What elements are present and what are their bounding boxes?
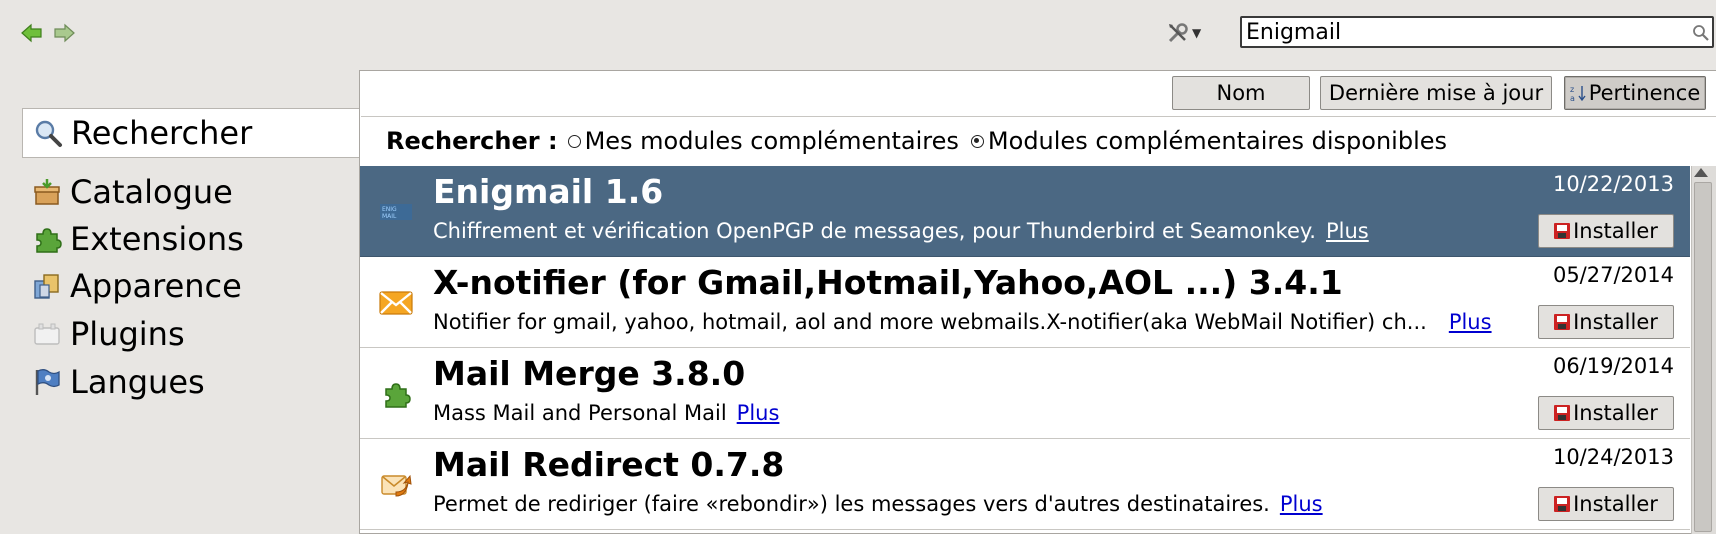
forward-arrow-icon — [54, 23, 75, 43]
scope-available-addons-radio[interactable]: Modules complémentaires disponibles — [970, 127, 1448, 155]
svg-text:ENIG: ENIG — [382, 206, 397, 213]
install-button[interactable]: Installer — [1538, 487, 1674, 521]
sidebar-item-plugins[interactable]: Plugins — [22, 310, 362, 358]
radio-unchecked-icon — [567, 134, 581, 148]
sidebar-item-label: Rechercher — [71, 114, 253, 152]
addon-date: 10/22/2013 — [1552, 172, 1674, 196]
back-button[interactable] — [18, 20, 46, 46]
sidebar-item-label: Catalogue — [70, 173, 233, 211]
addon-date: 05/27/2014 — [1552, 263, 1674, 287]
sidebar-item-catalog[interactable]: Catalogue — [22, 168, 362, 216]
result-row-mail-merge[interactable]: Mail Merge 3.8.0 Mass Mail and Personal … — [360, 348, 1690, 439]
addon-description: Chiffrement et vérification OpenPGP de m… — [433, 219, 1369, 243]
sidebar-item-appearance[interactable]: Apparence — [22, 262, 362, 310]
sidebar-item-extensions[interactable]: Extensions — [22, 215, 362, 263]
addon-description: Notifier for gmail, yahoo, hotmail, aol … — [433, 310, 1492, 334]
search-icon — [33, 118, 63, 148]
redirect-mail-icon — [378, 467, 414, 503]
scroll-up-arrow-icon[interactable] — [1694, 168, 1708, 177]
result-row-mail-redirect[interactable]: Mail Redirect 0.7.8 Permet de rediriger … — [360, 439, 1690, 530]
sidebar-item-label: Apparence — [70, 267, 242, 305]
more-link[interactable]: Plus — [1280, 492, 1323, 516]
addon-description: Mass Mail and Personal Mail Plus — [433, 401, 780, 425]
addon-name: Enigmail 1.6 — [433, 172, 664, 211]
result-row-x-notifier[interactable]: X-notifier (for Gmail,Hotmail,Yahoo,AOL … — [360, 257, 1690, 348]
svg-text:a: a — [1570, 94, 1575, 102]
appearance-icon — [32, 271, 62, 301]
back-arrow-icon — [21, 23, 42, 43]
svg-text:MAIL: MAIL — [382, 213, 397, 220]
sort-by-relevance-label: Pertinence — [1588, 81, 1701, 105]
sidebar-item-label: Plugins — [70, 315, 185, 353]
divider — [361, 116, 1716, 117]
result-row-enigmail[interactable]: ENIG MAIL Enigmail 1.6 Chiffrement et vé… — [360, 166, 1690, 257]
chevron-down-icon: ▼ — [1192, 26, 1202, 40]
save-disk-icon — [1554, 405, 1571, 421]
sort-by-name-button[interactable]: Nom — [1172, 76, 1310, 110]
search-scope-label: Rechercher : — [386, 127, 558, 155]
sort-by-last-updated-button[interactable]: Dernière mise à jour — [1320, 76, 1552, 110]
scope-my-addons-label: Mes modules complémentaires — [584, 127, 959, 155]
install-button[interactable]: Installer — [1538, 214, 1674, 248]
sidebar-item-label: Langues — [70, 363, 205, 401]
save-disk-icon — [1554, 496, 1571, 512]
results-list: ENIG MAIL Enigmail 1.6 Chiffrement et vé… — [360, 166, 1690, 534]
languages-icon — [32, 367, 62, 397]
scope-available-addons-label: Modules complémentaires disponibles — [987, 127, 1448, 155]
sidebar-item-search[interactable]: Rechercher — [22, 108, 360, 158]
sidebar-item-label: Extensions — [70, 220, 244, 258]
sidebar-item-languages[interactable]: Langues — [22, 358, 362, 406]
save-disk-icon — [1554, 314, 1571, 330]
search-input[interactable] — [1242, 19, 1666, 45]
enigmail-icon: ENIG MAIL — [378, 194, 414, 230]
extensions-icon — [32, 224, 62, 254]
install-button[interactable]: Installer — [1538, 305, 1674, 339]
forward-button[interactable] — [50, 20, 78, 46]
addon-date: 06/19/2014 — [1552, 354, 1674, 378]
addon-name: Mail Redirect 0.7.8 — [433, 445, 785, 484]
envelope-icon — [378, 285, 414, 321]
sort-by-relevance-button[interactable]: z a Pertinence — [1564, 76, 1706, 110]
search-field[interactable] — [1240, 16, 1714, 48]
sort-descending-icon: z a — [1570, 85, 1586, 102]
more-link[interactable]: Plus — [737, 401, 780, 425]
svg-text:z: z — [1570, 85, 1574, 94]
addon-name: X-notifier (for Gmail,Hotmail,Yahoo,AOL … — [433, 263, 1343, 302]
radio-checked-icon — [970, 134, 984, 148]
more-link[interactable]: Plus — [1449, 310, 1492, 334]
save-disk-icon — [1554, 223, 1571, 239]
more-link[interactable]: Plus — [1326, 219, 1369, 243]
tools-menu-button[interactable]: ▼ — [1166, 18, 1208, 48]
scope-my-addons-radio[interactable]: Mes modules complémentaires — [567, 127, 959, 155]
tools-icon — [1168, 23, 1188, 43]
search-scope: Rechercher : Mes modules complémentaires… — [386, 124, 1459, 158]
install-button[interactable]: Installer — [1538, 396, 1674, 430]
addon-name: Mail Merge 3.8.0 — [433, 354, 746, 393]
addon-description: Permet de rediriger (faire «rebondir») l… — [433, 492, 1323, 516]
catalog-icon — [32, 177, 62, 207]
plugins-icon — [32, 319, 62, 349]
addon-date: 10/24/2013 — [1552, 445, 1674, 469]
scrollbar-thumb[interactable] — [1694, 182, 1712, 532]
puzzle-icon — [378, 376, 414, 412]
search-icon[interactable] — [1692, 24, 1710, 46]
